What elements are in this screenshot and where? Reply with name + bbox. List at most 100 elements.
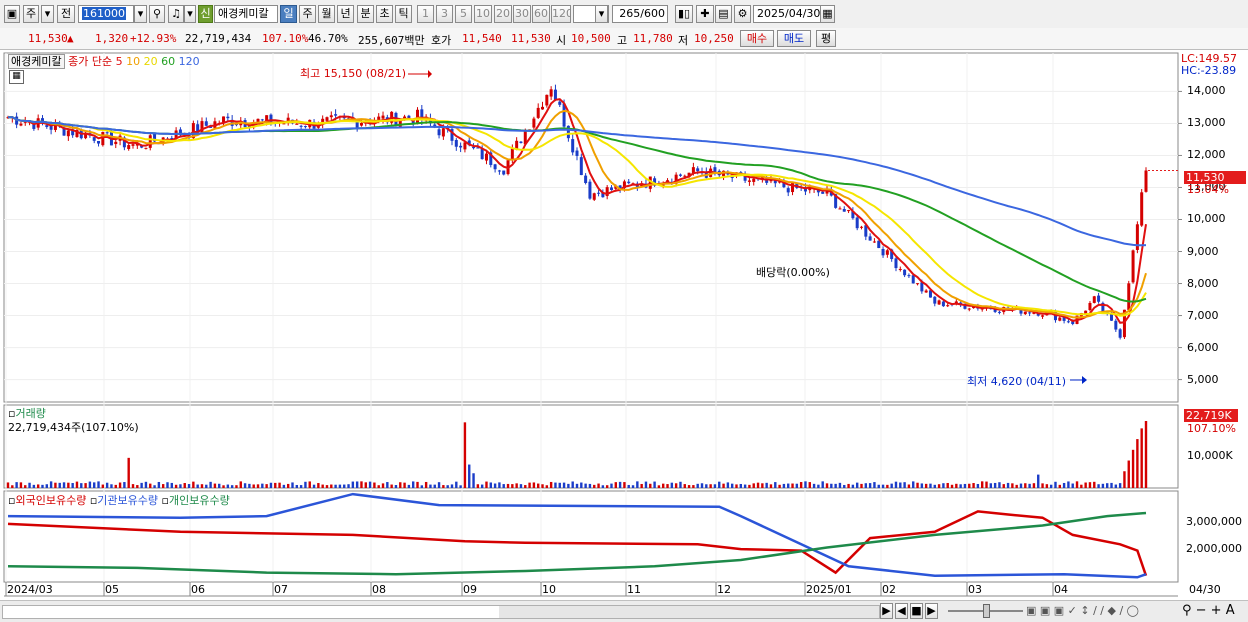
- scroll-right-icon[interactable]: ▶: [880, 603, 893, 619]
- volume-bar: [687, 485, 691, 488]
- period-minute-tab[interactable]: 분: [357, 5, 374, 23]
- candle-body: [1127, 283, 1131, 310]
- candle-type-icon[interactable]: ▮▯: [675, 5, 693, 23]
- chart-canvas[interactable]: [0, 50, 1248, 600]
- volume-y-tick: 10,000K: [1187, 449, 1233, 462]
- price-tick-label: 12,000: [1187, 148, 1226, 162]
- volume-bar: [136, 485, 139, 488]
- zoom-controls[interactable]: ⚲ − + A: [1182, 603, 1235, 618]
- evaluate-button[interactable]: 평: [816, 30, 836, 47]
- candle-body: [860, 226, 863, 228]
- volume-bar: [480, 484, 484, 488]
- price-panel-title[interactable]: 애경케미칼: [8, 54, 65, 69]
- volume-bar: [584, 483, 587, 488]
- speaker-dropdown-icon[interactable]: ▾: [184, 5, 196, 23]
- code-input[interactable]: 161000: [78, 5, 134, 23]
- volume-bar: [450, 484, 454, 488]
- volume-bar: [562, 482, 566, 488]
- volume-bar: [364, 482, 367, 488]
- volume-bar: [179, 484, 182, 488]
- period-month-tab[interactable]: 월: [318, 5, 335, 23]
- horizontal-scrollbar[interactable]: [2, 605, 880, 619]
- volume-bar: [157, 481, 161, 488]
- market-selector[interactable]: 주: [23, 5, 39, 23]
- volume-bar: [153, 485, 156, 488]
- search-icon[interactable]: ⚲: [149, 5, 165, 23]
- chart-area[interactable]: 애경케미칼 종가 단순 5 10 20 60 120 ▦ LC:149.57 H…: [0, 50, 1248, 600]
- volume-bar: [183, 483, 186, 488]
- candle-body: [609, 187, 613, 190]
- volume-bar: [161, 484, 165, 488]
- buy-button[interactable]: 매수: [740, 30, 774, 47]
- period-year-tab[interactable]: 년: [337, 5, 354, 23]
- volume-bar: [295, 484, 299, 488]
- speaker-icon[interactable]: ♫: [168, 5, 184, 23]
- volume-bar: [593, 484, 596, 488]
- window-menu-icon[interactable]: ▣: [4, 5, 20, 23]
- volume-bar: [1118, 483, 1122, 488]
- settings-gear-icon[interactable]: ⚙: [734, 5, 751, 23]
- volume-bar: [235, 485, 238, 488]
- volume-bar: [205, 484, 208, 488]
- interval-120-button[interactable]: 120: [551, 5, 571, 23]
- candle-body: [377, 116, 381, 121]
- candle-body: [1144, 170, 1148, 192]
- volume-bar: [209, 481, 212, 488]
- period-second-tab[interactable]: 초: [376, 5, 393, 23]
- candle-body: [678, 174, 682, 176]
- crosshair-icon[interactable]: ✚: [696, 5, 714, 23]
- scroll-next-icon[interactable]: ▶: [925, 603, 938, 619]
- calendar-icon[interactable]: ▦: [820, 5, 835, 23]
- count-input[interactable]: 265/600: [612, 5, 668, 23]
- candle-body: [842, 208, 846, 212]
- volume-bar: [752, 483, 755, 488]
- interval-5-button[interactable]: 5: [455, 5, 472, 23]
- volume-bar: [243, 483, 247, 488]
- zoom-slider-handle[interactable]: [983, 604, 990, 618]
- volume-bar: [683, 484, 686, 488]
- volume-bar: [476, 484, 480, 488]
- interval-1-button[interactable]: 1: [417, 5, 434, 23]
- volume-bar: [1002, 484, 1005, 488]
- volume-bar: [101, 484, 105, 488]
- stop-icon[interactable]: ■: [910, 603, 923, 619]
- interval-3-button[interactable]: 3: [436, 5, 453, 23]
- volume-bar: [575, 483, 579, 488]
- data-table-icon[interactable]: ▦: [9, 70, 24, 84]
- code-dropdown-icon[interactable]: ▾: [134, 5, 147, 23]
- volume-bar: [377, 485, 380, 488]
- volume-bar: [541, 484, 544, 488]
- interval-30-button[interactable]: 30: [513, 5, 531, 23]
- candle-body: [484, 153, 488, 161]
- high-marker-label: 최고 15,150 (08/21): [300, 67, 407, 80]
- drawing-tools-icon[interactable]: ▣ ▣ ▣ ✓ ↕ ∕ ∕ ◆ ∕ ◯: [1026, 604, 1139, 617]
- interval-60-button[interactable]: 60: [532, 5, 550, 23]
- interval-20-button[interactable]: 20: [494, 5, 512, 23]
- volume-bar: [756, 482, 760, 488]
- volume-bar: [506, 483, 510, 488]
- interval-dropdown-icon[interactable]: ▾: [595, 5, 608, 23]
- volume-bar: [355, 481, 359, 488]
- candle-body: [894, 258, 898, 269]
- candle-body: [847, 210, 851, 212]
- candle-body: [1140, 192, 1144, 226]
- period-week-tab[interactable]: 주: [299, 5, 316, 23]
- period-day-tab[interactable]: 일: [280, 5, 297, 23]
- volume-bar: [989, 483, 993, 488]
- volume-bar: [868, 483, 872, 488]
- volume-bar: [1114, 484, 1118, 488]
- sell-button[interactable]: 매도: [777, 30, 811, 47]
- market-dropdown-icon[interactable]: ▾: [41, 5, 54, 23]
- volume-bar: [1019, 483, 1023, 488]
- volume-bar: [700, 483, 704, 488]
- scrollbar-thumb[interactable]: [499, 606, 879, 618]
- save-icon[interactable]: ▤: [715, 5, 732, 23]
- volume-bar: [381, 483, 385, 488]
- interval-10-button[interactable]: 10: [474, 5, 492, 23]
- date-input[interactable]: 2025/04/30: [753, 5, 821, 23]
- volume-bar: [666, 484, 669, 488]
- volume-bar: [394, 485, 398, 488]
- prefix-button[interactable]: 전: [57, 5, 75, 23]
- scroll-prev-icon[interactable]: ◀: [895, 603, 908, 619]
- period-tick-tab[interactable]: 틱: [395, 5, 412, 23]
